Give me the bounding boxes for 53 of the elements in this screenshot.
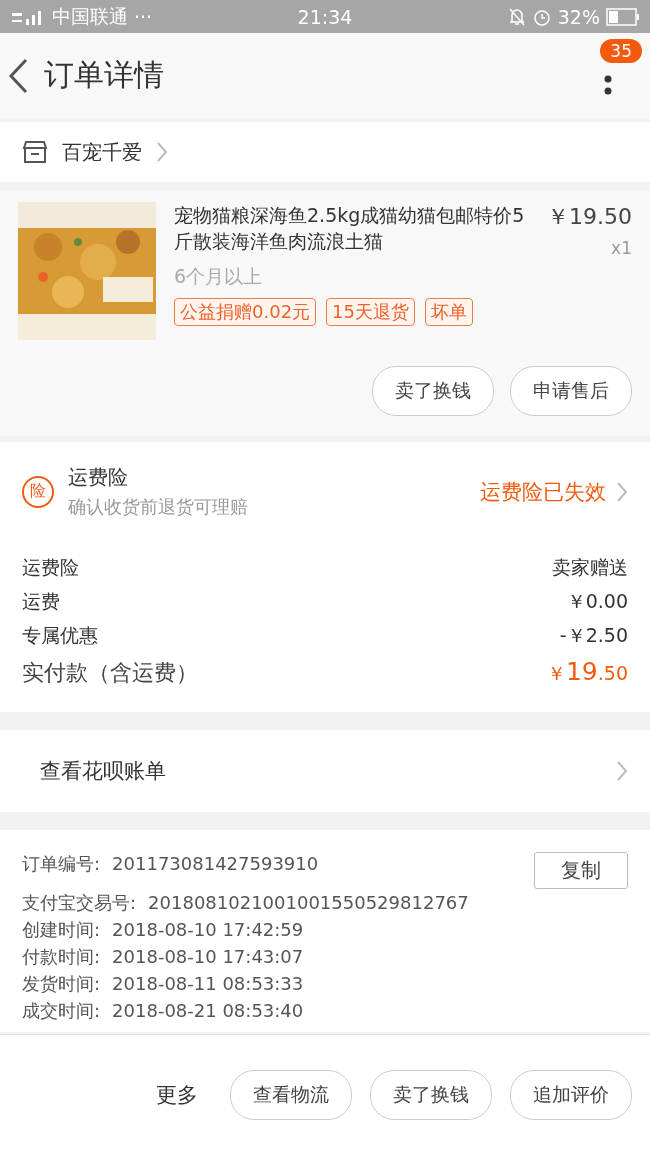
shop-name[interactable]: 百宠千爱 xyxy=(62,138,142,166)
action-button[interactable]: 卖了换钱 xyxy=(370,1070,492,1120)
fee-label: 运费险 xyxy=(22,555,79,580)
total-label: 实付款（含运费） xyxy=(22,659,198,687)
service-tag: 公益捐赠0.02元 xyxy=(174,298,317,326)
fee-value: -￥2.50 xyxy=(559,623,628,648)
fee-label: 专属优惠 xyxy=(22,623,98,648)
chevron-icon xyxy=(156,141,168,163)
more-menu-icon[interactable] xyxy=(604,75,612,95)
fee-value: ￥0.00 xyxy=(566,589,628,614)
info-value: 2018-08-10 17:42:59 xyxy=(112,918,304,941)
insurance-subtitle: 确认收货前退货可理赔 xyxy=(68,495,249,519)
carrier-name: 中国联通 xyxy=(52,3,128,29)
product-price: ￥19.50 xyxy=(547,203,632,231)
info-value: 2018-08-21 08:53:40 xyxy=(112,999,304,1022)
action-button[interactable]: 申请售后 xyxy=(510,366,632,416)
info-value: 2018-08-11 08:53:33 xyxy=(112,972,304,995)
more-link[interactable]: 更多 xyxy=(156,1081,198,1109)
notification-badge: 35 xyxy=(600,39,642,63)
service-tag: 15天退货 xyxy=(326,298,415,326)
action-button[interactable]: 查看物流 xyxy=(230,1070,352,1120)
info-label: 成交时间: xyxy=(22,999,101,1022)
action-button[interactable]: 卖了换钱 xyxy=(372,366,494,416)
fee-label: 运费 xyxy=(22,589,60,614)
info-label: 创建时间: xyxy=(22,918,101,941)
more-indicator: ··· xyxy=(134,5,153,28)
copy-button[interactable]: 复制 xyxy=(534,852,628,889)
back-icon[interactable] xyxy=(8,57,28,94)
action-button[interactable]: 追加评价 xyxy=(510,1070,632,1120)
page-title: 订单详情 xyxy=(44,56,164,94)
product-spec: 6个月以上 xyxy=(174,264,264,289)
product-title[interactable]: 宠物猫粮深海鱼2.5kg成猫幼猫包邮特价5斤散装海洋鱼肉流浪土猫 xyxy=(174,202,529,254)
insurance-icon: 险 xyxy=(22,475,54,508)
battery-percent: 32% xyxy=(557,5,600,28)
info-value: 201173081427593910 xyxy=(112,852,319,875)
chevron-icon xyxy=(616,480,628,503)
info-label: 支付宝交易号: xyxy=(22,891,137,914)
insurance-title: 运费险 xyxy=(68,464,129,491)
info-value: 2018-08-10 17:43:07 xyxy=(112,945,304,968)
chevron-icon xyxy=(616,760,628,782)
huabei-bill-link[interactable]: 查看花呗账单 xyxy=(40,757,166,785)
fee-value: 卖家赠送 xyxy=(552,555,628,580)
info-value: 2018081021001001550529812767 xyxy=(148,891,469,914)
shop-icon xyxy=(22,140,48,164)
total-amount: ￥19.50 xyxy=(546,657,628,687)
info-label: 发货时间: xyxy=(22,972,101,995)
info-label: 订单编号: xyxy=(22,852,101,875)
product-quantity: x1 xyxy=(611,238,632,258)
bell-off-icon xyxy=(507,6,526,27)
service-tag: 坏单 xyxy=(425,298,473,326)
battery-icon xyxy=(606,7,640,26)
info-label: 付款时间: xyxy=(22,945,101,968)
clock-time: 21:34 xyxy=(297,5,353,28)
